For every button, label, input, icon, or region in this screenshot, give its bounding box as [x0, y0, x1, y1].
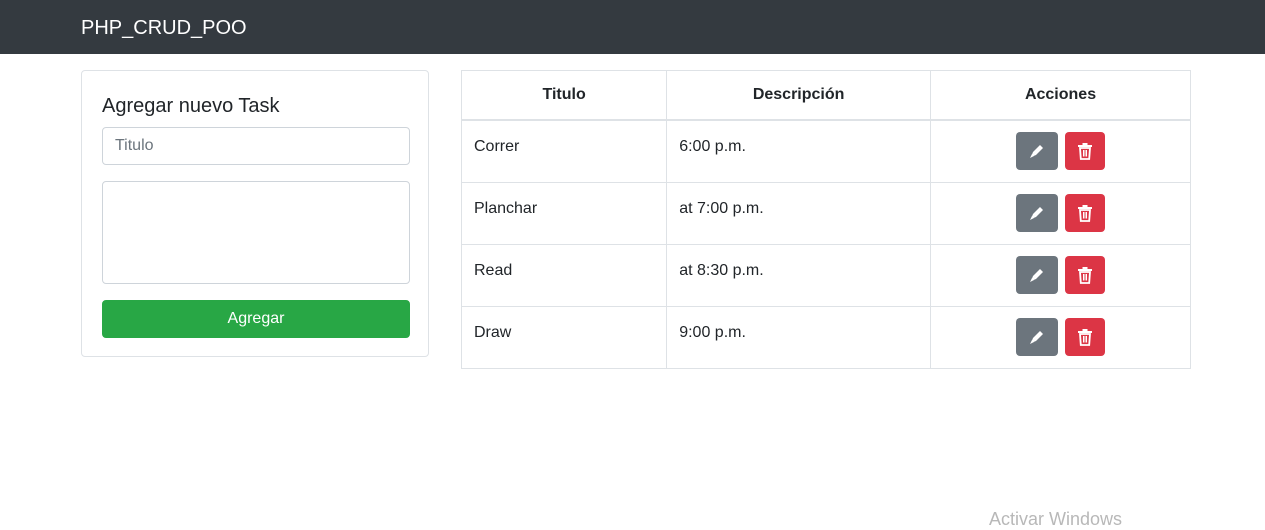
edit-button[interactable]: [1016, 256, 1059, 294]
titulo-input[interactable]: [102, 127, 410, 165]
cell-descripcion: 6:00 p.m.: [666, 119, 932, 183]
agregar-button[interactable]: Agregar: [102, 300, 410, 338]
edit-button[interactable]: [1016, 132, 1059, 171]
header-descripcion: Descripción: [666, 70, 932, 121]
cell-titulo: Draw: [460, 305, 668, 369]
table-header-row: Titulo Descripción Acciones: [460, 70, 1191, 121]
edit-icon: [1030, 207, 1044, 220]
delete-button[interactable]: [1064, 256, 1105, 294]
navbar-brand[interactable]: PHP_CRUD_POO: [81, 16, 247, 40]
header-titulo: Titulo: [460, 70, 668, 121]
table-row: Draw 9:00 p.m.: [460, 305, 1191, 369]
trash-icon: [1077, 267, 1092, 284]
edit-button[interactable]: [1016, 194, 1059, 232]
table-row: Read at 8:30 p.m.: [460, 243, 1191, 307]
trash-icon: [1077, 205, 1092, 222]
cell-actions: [930, 305, 1191, 369]
cell-descripcion: at 8:30 p.m.: [666, 243, 932, 307]
cell-actions: [930, 243, 1191, 307]
delete-button[interactable]: [1064, 318, 1105, 356]
table-row: Correr 6:00 p.m.: [460, 119, 1191, 183]
descripcion-textarea[interactable]: [102, 181, 410, 284]
edit-icon: [1030, 331, 1044, 344]
cell-titulo: Read: [460, 243, 668, 307]
trash-icon: [1077, 329, 1092, 346]
table-row: Planchar at 7:00 p.m.: [460, 181, 1191, 245]
delete-button[interactable]: [1064, 132, 1105, 171]
edit-icon: [1030, 145, 1044, 159]
add-task-card: Agregar nuevo Task Agregar: [81, 70, 429, 357]
cell-titulo: Correr: [460, 119, 668, 183]
header-acciones: Acciones: [930, 70, 1191, 121]
trash-icon: [1077, 143, 1092, 161]
tasks-table: Titulo Descripción Acciones Correr 6:00 …: [460, 70, 1191, 369]
windows-activation-watermark: Activar Windows: [989, 509, 1123, 529]
cell-actions: [930, 181, 1191, 245]
cell-descripcion: 9:00 p.m.: [666, 305, 932, 369]
cell-titulo: Planchar: [460, 181, 668, 245]
delete-button[interactable]: [1064, 194, 1105, 232]
edit-button[interactable]: [1016, 318, 1059, 356]
card-title: Agregar nuevo Task: [102, 95, 280, 117]
navbar: PHP_CRUD_POO: [0, 0, 1265, 54]
cell-actions: [930, 119, 1191, 183]
cell-descripcion: at 7:00 p.m.: [666, 181, 932, 245]
edit-icon: [1030, 269, 1044, 282]
